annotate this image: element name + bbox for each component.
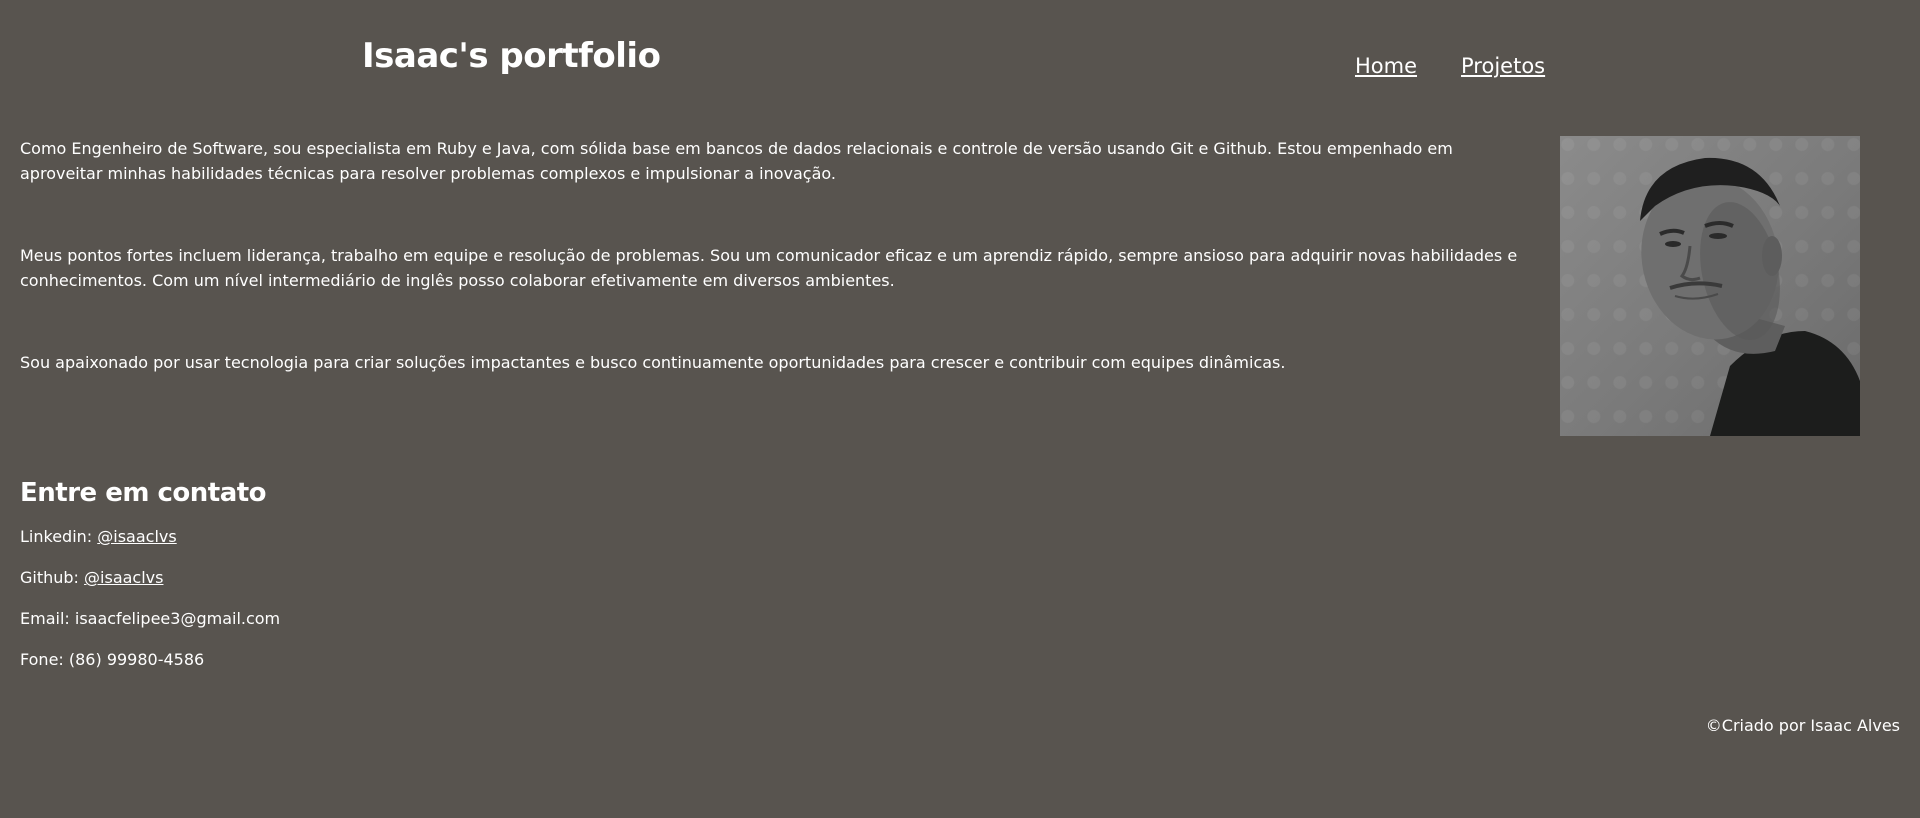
- contact-linkedin: Linkedin: @isaaclvs: [20, 527, 280, 547]
- main-nav: Home Projetos: [1355, 53, 1545, 80]
- linkedin-link[interactable]: @isaaclvs: [97, 527, 176, 546]
- about-paragraph-1: Como Engenheiro de Software, sou especia…: [20, 139, 1453, 183]
- nav-link-home[interactable]: Home: [1355, 53, 1417, 80]
- github-link[interactable]: @isaaclvs: [84, 568, 163, 587]
- about-paragraph-3: Sou apaixonado por usar tecnologia para …: [20, 353, 1286, 372]
- about-section: Como Engenheiro de Software, sou especia…: [20, 136, 1520, 375]
- github-label: Github:: [20, 568, 85, 588]
- contact-github: Github: @isaaclvs: [20, 568, 280, 588]
- profile-photo: [1560, 136, 1860, 436]
- linkedin-label: Linkedin:: [20, 527, 98, 547]
- site-title: Isaac's portfolio: [362, 36, 661, 76]
- contact-heading: Entre em contato: [20, 478, 267, 508]
- profile-photo-image: [1640, 157, 1860, 436]
- about-paragraph-2: Meus pontos fortes incluem liderança, tr…: [20, 246, 1518, 290]
- footer-credit: ©Criado por Isaac Alves: [1705, 716, 1900, 735]
- contact-email: Email: isaacfelipee3@gmail.com: [20, 609, 281, 629]
- contact-phone: Fone: (86) 99980-4586: [20, 650, 205, 670]
- nav-link-projetos[interactable]: Projetos: [1461, 53, 1545, 80]
- contact-section: Entre em contato Linkedin: @isaaclvs Git…: [20, 478, 280, 691]
